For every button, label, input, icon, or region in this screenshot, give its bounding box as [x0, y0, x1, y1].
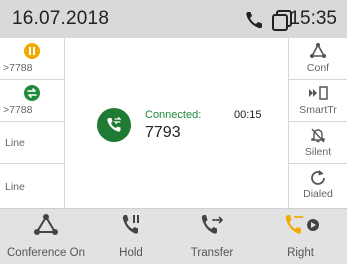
status-time: 15:35: [289, 8, 337, 29]
right-function-keys: Conf SmartTr Silent Dialed: [288, 38, 347, 208]
transfer-icon: [170, 213, 254, 239]
smart-transfer-icon: [289, 84, 347, 102]
conference-icon: [289, 42, 347, 60]
call-number: 7793: [145, 124, 181, 141]
status-bar: 16.07.2018 15:35: [0, 0, 347, 38]
softkey-label: Conference On: [7, 247, 85, 259]
status-date: 16.07.2018: [12, 8, 110, 29]
softkey-bar: Conference On Hold Transfer Right: [0, 208, 347, 264]
function-key-label: SmartTr: [299, 104, 337, 116]
softkey-hold[interactable]: Hold: [92, 209, 170, 264]
smart-transfer-key[interactable]: SmartTr: [289, 80, 347, 122]
call-record-icon: [254, 213, 347, 239]
left-line-keys: >7788 >7788 Line Line: [0, 38, 65, 208]
call-area: Connected: 00:15 7793: [65, 38, 288, 208]
softkey-label: Right: [287, 247, 314, 259]
softkey-conference-on[interactable]: Conference On: [0, 209, 92, 264]
call-status: Connected:: [145, 109, 202, 121]
bell-off-icon: [289, 126, 347, 144]
softkey-label: Hold: [119, 247, 143, 259]
silent-key[interactable]: Silent: [289, 122, 347, 164]
transfer-icon: [0, 84, 64, 102]
line-key-label: >7788: [3, 62, 33, 74]
call-avatar: [97, 108, 131, 142]
function-key-label: Dialed: [303, 188, 333, 200]
conference-icon: [0, 213, 92, 239]
function-key-label: Silent: [304, 146, 332, 158]
dialed-key[interactable]: Dialed: [289, 164, 347, 206]
copy-icon: [272, 10, 292, 31]
softkey-label: Transfer: [190, 247, 234, 259]
line-key-1[interactable]: >7788: [0, 38, 64, 80]
line-key-label: Line: [5, 181, 25, 193]
hold-icon: [92, 213, 170, 239]
conf-key[interactable]: Conf: [289, 38, 347, 80]
active-call-icon: [107, 117, 122, 132]
line-key-label: >7788: [3, 104, 33, 116]
call-timer: 00:15: [234, 109, 262, 121]
softkey-transfer[interactable]: Transfer: [170, 209, 254, 264]
line-key-2[interactable]: >7788: [0, 80, 64, 122]
softkey-right[interactable]: Right: [254, 209, 347, 264]
redial-icon: [289, 168, 347, 186]
function-key-label: Conf: [306, 62, 330, 74]
line-key-3[interactable]: Line: [0, 122, 64, 164]
line-key-4[interactable]: Line: [0, 164, 64, 206]
pause-icon: [0, 42, 64, 60]
line-key-label: Line: [5, 137, 25, 149]
phone-icon: [246, 12, 262, 29]
